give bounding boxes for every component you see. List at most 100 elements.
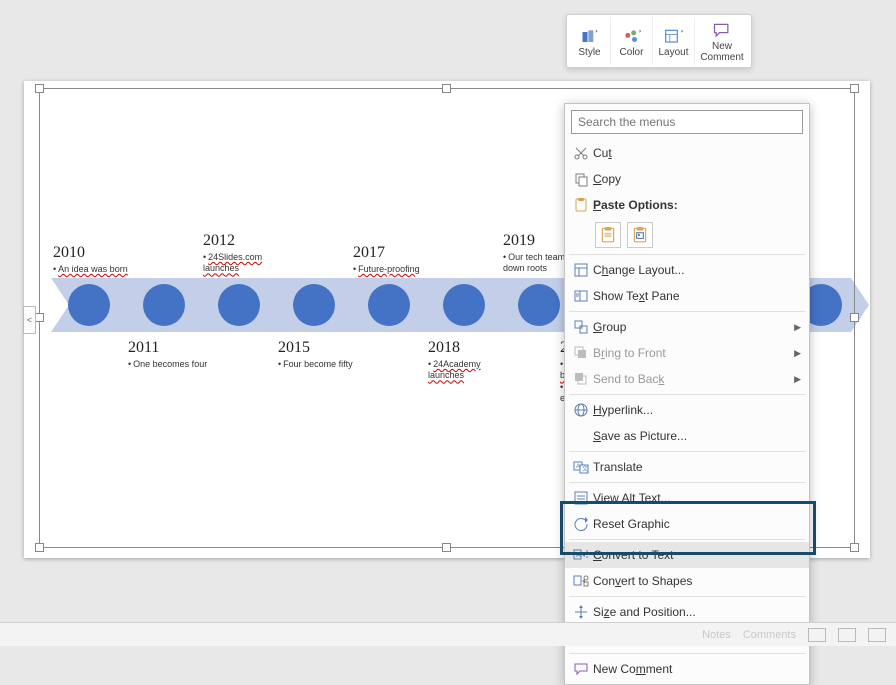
menu-item-convert_shapes[interactable]: Convert to Shapes — [565, 568, 809, 594]
menu-item-label: Copy — [593, 172, 801, 186]
color-button[interactable]: Color — [611, 17, 653, 65]
resize-handle[interactable] — [442, 543, 451, 552]
menu-item-label: Convert to Shapes — [593, 574, 801, 588]
menu-separator — [569, 596, 805, 597]
submenu-arrow-icon: ▶ — [794, 348, 801, 359]
svg-text:文: 文 — [582, 465, 588, 473]
resize-handle[interactable] — [35, 543, 44, 552]
menu-item-group[interactable]: Group▶ — [565, 314, 809, 340]
menu-item-label: Group — [593, 320, 794, 334]
timeline-desc: Future-proofing — [353, 264, 441, 275]
paste-keep-source-button[interactable] — [595, 222, 621, 248]
menu-item-convert_text[interactable]: A Convert to Text — [565, 542, 809, 568]
timeline-year: 2015 — [278, 339, 366, 357]
layout-button[interactable]: Layout — [653, 17, 695, 65]
timeline-year: 2011 — [128, 339, 216, 357]
sizepos-icon — [569, 604, 593, 620]
translate-icon: A文 — [569, 459, 593, 475]
menu-item-show_text_pane[interactable]: Show Text Pane — [565, 283, 809, 309]
menu-separator — [569, 653, 805, 654]
timeline-item[interactable]: 2015Four become fifty — [278, 339, 366, 370]
menu-separator — [569, 311, 805, 312]
timeline-desc: One becomes four — [128, 359, 216, 370]
menu-item-alt_text[interactable]: View Alt Text... — [565, 485, 809, 511]
timeline-dot[interactable] — [518, 284, 560, 326]
view-normal-icon[interactable] — [808, 628, 826, 642]
style-button[interactable]: Style — [569, 17, 611, 65]
timeline-item[interactable]: 2010 An idea was born — [53, 244, 141, 275]
menu-separator — [569, 451, 805, 452]
color-label: Color — [620, 47, 644, 58]
smartart-mini-toolbar: Style Color Layout New Comment — [566, 14, 752, 68]
style-icon — [580, 27, 600, 47]
submenu-arrow-icon: ▶ — [794, 322, 801, 333]
new-comment-label: New Comment — [700, 41, 743, 63]
timeline-desc: An idea was born — [53, 264, 141, 275]
timeline-dot[interactable] — [368, 284, 410, 326]
view-reading-icon[interactable] — [868, 628, 886, 642]
timeline-dot[interactable] — [443, 284, 485, 326]
timeline-dot[interactable] — [218, 284, 260, 326]
menu-item-cut[interactable]: Cut — [565, 140, 809, 166]
menu-item-label: Send to Back — [593, 372, 794, 386]
menu-separator — [569, 539, 805, 540]
timeline-item[interactable]: 2012 24Slides.com launches — [203, 232, 291, 275]
menu-item-label: Reset Graphic — [593, 517, 801, 531]
timeline-year: 2010 — [53, 244, 141, 262]
timeline-dot[interactable] — [293, 284, 335, 326]
context-menu: Cut Copy Paste Options: Change Layout... Sho… — [564, 103, 810, 685]
timeline-item[interactable]: 2011 One becomes four — [128, 339, 216, 370]
menu-item-paste_opts[interactable]: Paste Options: — [565, 192, 809, 218]
layout-icon — [664, 27, 684, 47]
notes-status[interactable]: Notes — [702, 629, 731, 641]
menu-item-label: Translate — [593, 460, 801, 474]
menu-item-label: New Comment — [593, 662, 801, 676]
convtext-icon: A — [569, 547, 593, 563]
menu-item-bring_front: Bring to Front▶ — [565, 340, 809, 366]
style-label: Style — [578, 47, 600, 58]
timeline-dot[interactable] — [143, 284, 185, 326]
menu-item-label: Change Layout... — [593, 263, 801, 277]
resize-handle[interactable] — [850, 543, 859, 552]
timeline-item[interactable]: 2017Future-proofing — [353, 244, 441, 275]
paste-picture-button[interactable] — [627, 222, 653, 248]
timeline-desc: 24Slides.com launches — [203, 252, 291, 275]
menu-item-label: View Alt Text... — [593, 491, 801, 505]
new-comment-button[interactable]: New Comment — [695, 17, 749, 65]
timeline-dot[interactable] — [68, 284, 110, 326]
alttext-icon — [569, 490, 593, 506]
view-sorter-icon[interactable] — [838, 628, 856, 642]
timeline-item[interactable]: 201824Academy launches — [428, 339, 516, 382]
layout-icon — [569, 262, 593, 278]
menu-item-label: Hyperlink... — [593, 403, 801, 417]
layout-label: Layout — [658, 47, 688, 58]
menu-item-save_pic[interactable]: Save as Picture... — [565, 423, 809, 449]
resize-handle[interactable] — [850, 84, 859, 93]
comment-icon — [569, 661, 593, 677]
comment-icon — [712, 21, 732, 41]
menu-item-translate[interactable]: A文Translate — [565, 454, 809, 480]
clipboard-icon — [569, 197, 593, 213]
menu-item-reset_graphic[interactable]: Reset Graphic — [565, 511, 809, 537]
copy-icon — [569, 171, 593, 187]
reset-icon — [569, 516, 593, 532]
menu-separator — [569, 254, 805, 255]
menu-item-copy[interactable]: Copy — [565, 166, 809, 192]
resize-handle[interactable] — [35, 313, 44, 322]
timeline-year: 2012 — [203, 232, 291, 250]
menu-search-input[interactable] — [571, 110, 803, 134]
resize-handle[interactable] — [442, 84, 451, 93]
menu-item-label: Save as Picture... — [593, 429, 801, 443]
back-icon — [569, 371, 593, 387]
menu-item-label: Convert to Text — [593, 548, 801, 562]
text-pane-toggle[interactable]: < — [23, 306, 36, 334]
menu-item-new_comment[interactable]: New Comment — [565, 656, 809, 682]
front-icon — [569, 345, 593, 361]
menu-item-change_layout[interactable]: Change Layout... — [565, 257, 809, 283]
status-bar: Notes Comments — [0, 622, 896, 646]
svg-text:A: A — [576, 552, 581, 559]
resize-handle[interactable] — [35, 84, 44, 93]
comments-status[interactable]: Comments — [743, 629, 796, 641]
menu-separator — [569, 482, 805, 483]
menu-item-hyperlink[interactable]: Hyperlink... — [565, 397, 809, 423]
